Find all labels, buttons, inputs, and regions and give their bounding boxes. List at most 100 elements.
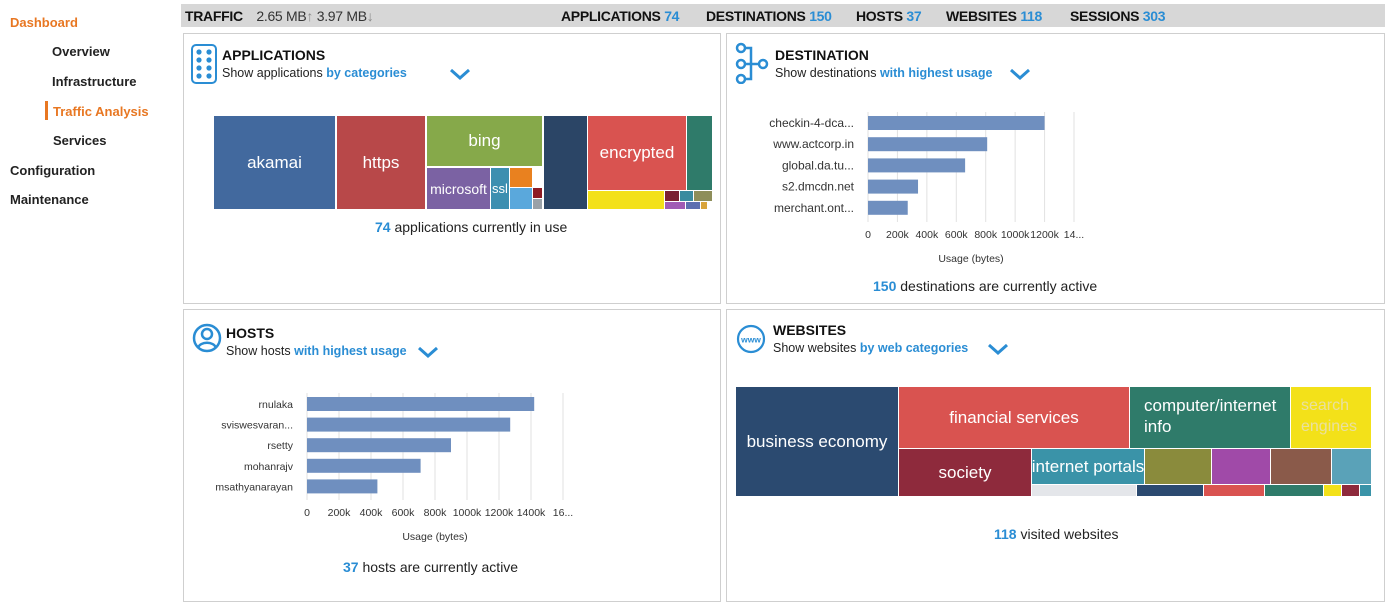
treemap-tile-microsoft[interactable]: microsoft [427,168,490,209]
treemap-tile[interactable] [665,202,685,209]
treemap-tile[interactable] [1032,485,1136,496]
treemap-tile[interactable] [1265,485,1323,496]
x-tick-label: 200k [886,229,910,241]
bar-category-label: checkin-4-dca... [769,116,854,130]
traffic-stat: TRAFFIC 2.65 MB↑ 3.97 MB↓ [185,8,374,24]
treemap-tile-society[interactable]: society [899,449,1031,496]
chevron-down-icon[interactable] [987,343,1009,355]
chevron-down-icon[interactable] [449,68,471,80]
hosts-summary: 37 hosts are currently active [343,559,518,575]
traffic-label: TRAFFIC [185,8,243,24]
x-tick-label: 800k [424,507,448,519]
x-axis-label: Usage (bytes) [938,253,1003,265]
treemap-tile-business-economy[interactable]: business economy [736,387,898,496]
bar-category-label: rnulaka [259,399,294,411]
usage-bar [307,417,511,432]
websites-title: WEBSITES [773,322,847,338]
treemap-tile-encrypted[interactable]: encrypted [588,116,686,190]
treemap-tile[interactable] [1137,485,1203,496]
websites-category-selector[interactable]: by web categories [860,341,968,355]
x-tick-label: 600k [945,229,969,241]
usage-bar [307,479,378,494]
destination-usage-chart: 0 200k 400k 600k 800k 1000k 1200k 14... checkin-… [769,112,1084,265]
sidebar-item-services[interactable]: Services [53,133,107,148]
websites-panel: www WEBSITES Show websites by web catego… [726,309,1385,602]
treemap-tile-search-engines[interactable]: search engines [1291,387,1371,448]
x-tick-label: 0 [865,229,871,241]
download-arrow-icon: ↓ [366,8,374,24]
destinations-stat[interactable]: DESTINATIONS 150 [706,8,832,24]
usage-bar [868,116,1045,130]
usage-bar [868,137,988,152]
x-tick-label: 14... [1064,229,1084,241]
destination-panel: DESTINATION Show destinations with highe… [726,33,1385,304]
treemap-tile-financial-services[interactable]: financial services [899,387,1129,448]
chevron-down-icon[interactable] [1009,68,1031,80]
sidebar-item-configuration[interactable]: Configuration [10,163,95,178]
applications-title: APPLICATIONS [222,47,326,63]
applications-category-selector[interactable]: by categories [326,66,407,80]
treemap-tile[interactable] [1212,449,1270,484]
applications-subtitle-prefix: Show applications [222,66,323,80]
usage-bar [868,179,919,194]
sidebar-item-dashboard[interactable]: Dashboard [10,15,78,30]
treemap-tile[interactable] [694,191,712,201]
x-tick-label: 200k [328,507,352,519]
treemap-tile[interactable] [686,202,700,209]
treemap-tile[interactable] [701,202,707,209]
treemap-tile[interactable] [1324,485,1341,496]
hosts-stat[interactable]: HOSTS 37 [856,8,922,24]
treemap-tile[interactable] [687,116,712,190]
websites-stat-value: 118 [1020,8,1042,24]
sidebar-item-traffic-analysis[interactable]: Traffic Analysis [53,104,149,119]
sessions-stat[interactable]: SESSIONS 303 [1070,8,1166,24]
treemap-tile[interactable] [1271,449,1331,484]
usage-bar [307,458,421,473]
x-tick-label: 1400k [517,507,546,519]
treemap-tile[interactable] [544,116,587,209]
treemap-tile[interactable] [665,191,679,201]
treemap-tile[interactable] [533,199,542,209]
chevron-down-icon[interactable] [417,346,439,358]
treemap-tile[interactable] [1145,449,1211,484]
treemap-tile-akamai[interactable]: akamai [214,116,335,209]
websites-stat[interactable]: WEBSITES 118 [946,8,1042,24]
applications-panel: APPLICATIONS Show applications by catego… [183,33,721,304]
treemap-tile-ssl[interactable]: ssl [491,168,509,209]
sidebar-item-maintenance[interactable]: Maintenance [10,192,89,207]
treemap-tile-bing[interactable]: bing [427,116,542,166]
sessions-stat-label: SESSIONS [1070,8,1140,24]
treemap-tile[interactable] [1342,485,1359,496]
treemap-tile[interactable] [1204,485,1264,496]
treemap-tile-https[interactable]: https [337,116,425,209]
applications-stat-value: 74 [664,8,680,24]
x-axis-label: Usage (bytes) [402,531,467,543]
applications-stat[interactable]: APPLICATIONS 74 [561,8,679,24]
bar-category-label: merchant.ont... [774,201,854,215]
websites-subtitle-prefix: Show websites [773,341,857,355]
summary-bar: TRAFFIC 2.65 MB↑ 3.97 MB↓ APPLICATIONS 7… [181,4,1385,27]
hosts-title: HOSTS [226,325,275,341]
treemap-tile-computer-internet-info[interactable]: computer/internet info [1130,387,1290,448]
treemap-tile[interactable] [510,188,532,209]
treemap-tile[interactable] [1360,485,1371,496]
destination-summary-text: destinations are currently active [900,278,1098,294]
x-tick-label: 16... [553,507,573,519]
destination-usage-selector[interactable]: with highest usage [880,66,993,80]
bar-category-label: s2.dmcdn.net [782,180,855,194]
treemap-tile-internet-portals[interactable]: internet portals [1032,449,1144,484]
treemap-tile[interactable] [680,191,693,201]
treemap-tile[interactable] [510,168,532,187]
x-tick-label: 0 [304,507,310,519]
destination-summary: 150 destinations are currently active [873,278,1097,294]
network-nodes-icon [735,42,769,84]
bar-category-label: msathyanarayan [215,481,293,493]
sidebar-item-overview[interactable]: Overview [52,44,110,59]
treemap-tile[interactable] [1332,449,1371,484]
x-tick-label: 400k [360,507,384,519]
hosts-usage-selector[interactable]: with highest usage [294,344,407,358]
applications-grid-icon [191,44,217,84]
treemap-tile[interactable] [588,191,664,209]
sidebar-item-infrastructure[interactable]: Infrastructure [52,74,137,89]
treemap-tile[interactable] [533,188,542,198]
